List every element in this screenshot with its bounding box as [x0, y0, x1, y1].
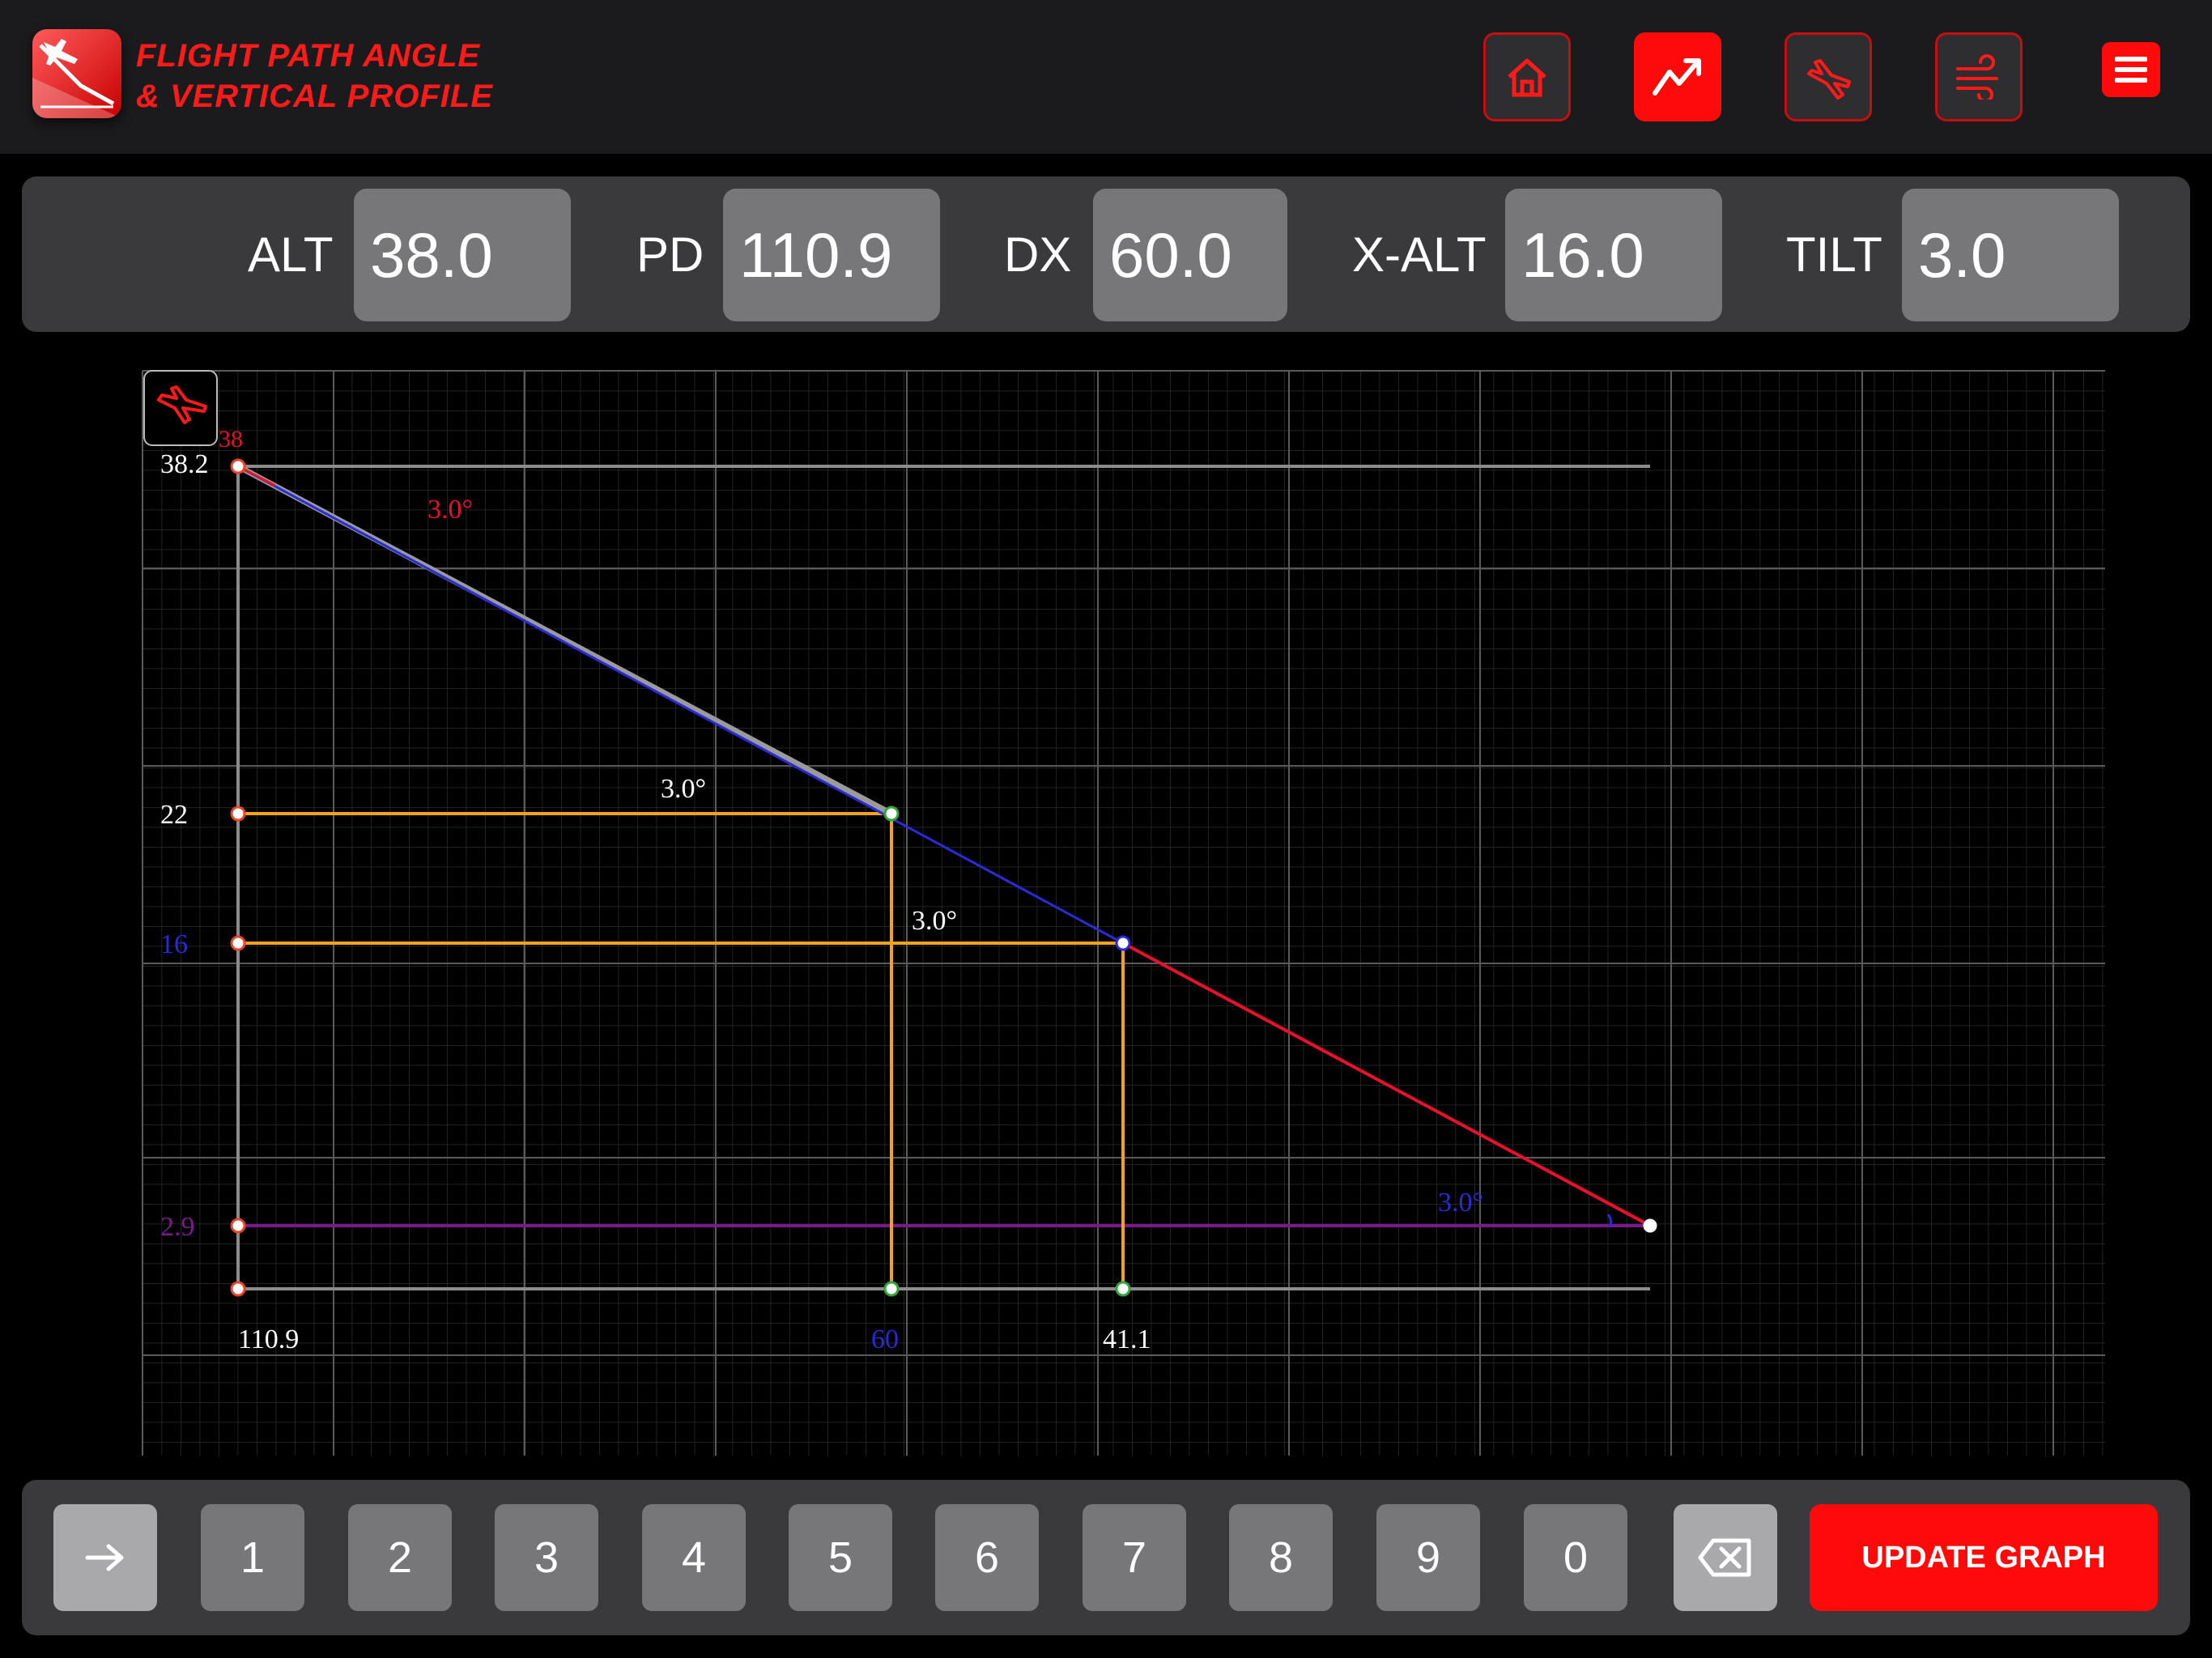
alt-label: ALT — [248, 227, 334, 282]
home-icon — [1508, 58, 1546, 97]
vertical-profile-graph: 38.2 38 22 16 2.9 110.9 60 41.1 3.0° 3.0… — [142, 370, 2105, 1456]
app-header: FLIGHT PATH ANGLE & VERTICAL PROFILE — [0, 0, 2212, 154]
update-graph-button[interactable]: UPDATE GRAPH — [1810, 1504, 2158, 1611]
menu-button[interactable] — [2102, 42, 2160, 97]
point-dx-base — [883, 1281, 900, 1297]
key-3[interactable]: 3 — [495, 1504, 598, 1611]
app-title-line1: FLIGHT PATH ANGLE — [136, 38, 481, 74]
backspace-key[interactable] — [1674, 1504, 1777, 1611]
key-2[interactable]: 2 — [348, 1504, 452, 1611]
point-low-alt — [230, 1218, 246, 1234]
x-alt-input[interactable]: 16.0 — [1505, 189, 1722, 321]
dx-input[interactable]: 60.0 — [1093, 189, 1287, 321]
label-cross-alt: 16 — [160, 929, 188, 959]
nav-graph-button[interactable] — [1634, 32, 1721, 121]
graph-aircraft-badge — [143, 370, 218, 446]
point-cross-base — [1115, 1281, 1131, 1297]
key-8[interactable]: 8 — [1229, 1504, 1333, 1611]
wind-icon — [1956, 54, 1998, 100]
dx-label: DX — [1004, 227, 1072, 282]
label-angle-top: 3.0° — [428, 495, 473, 525]
point-end — [1643, 1218, 1657, 1233]
point-origin — [230, 1281, 246, 1297]
label-top-alt-small: 38 — [219, 426, 243, 453]
point-dx — [883, 806, 900, 822]
label-mid-alt: 22 — [160, 800, 188, 830]
label-dx-dist: 60 — [871, 1324, 899, 1354]
label-angle-mid: 3.0° — [661, 774, 706, 804]
nav-aircraft-button[interactable] — [1784, 32, 1872, 121]
label-cross-dist: 41.1 — [1103, 1324, 1151, 1354]
label-top-alt: 38.2 — [160, 449, 209, 479]
alt-input[interactable]: 38.0 — [354, 189, 571, 321]
point-mid-alt — [230, 806, 246, 822]
tab-key[interactable] — [53, 1504, 157, 1611]
key-1[interactable]: 1 — [201, 1504, 304, 1611]
label-angle-end: 3.0° — [1438, 1188, 1483, 1218]
pd-label: PD — [636, 227, 704, 282]
trend-up-icon — [1653, 58, 1701, 96]
arrow-right-icon — [85, 1544, 124, 1571]
tilt-input[interactable]: 3.0 — [1902, 189, 2119, 321]
key-7[interactable]: 7 — [1083, 1504, 1186, 1611]
aircraft-icon — [1807, 59, 1851, 100]
app-title-line2: & VERTICAL PROFILE — [136, 79, 494, 114]
point-cross — [1115, 935, 1131, 951]
key-4[interactable]: 4 — [642, 1504, 746, 1611]
hamburger-menu-icon — [2115, 57, 2147, 83]
key-9[interactable]: 9 — [1376, 1504, 1480, 1611]
key-5[interactable]: 5 — [789, 1504, 892, 1611]
point-top-alt — [230, 458, 246, 474]
x-alt-label: X-ALT — [1352, 227, 1487, 282]
label-pd-dist: 110.9 — [238, 1324, 299, 1354]
label-low-alt: 2.9 — [160, 1212, 195, 1242]
tilt-label: TILT — [1786, 227, 1882, 282]
key-6[interactable]: 6 — [935, 1504, 1039, 1611]
app-title: FLIGHT PATH ANGLE & VERTICAL PROFILE — [136, 36, 493, 117]
pd-input[interactable]: 110.9 — [723, 189, 940, 321]
backspace-icon — [1698, 1538, 1751, 1577]
label-angle-cross: 3.0° — [912, 906, 957, 936]
point-cross-alt — [230, 935, 246, 951]
nav-home-button[interactable] — [1483, 32, 1571, 121]
app-logo — [32, 29, 121, 118]
key-0[interactable]: 0 — [1524, 1504, 1627, 1611]
nav-wind-button[interactable] — [1935, 32, 2023, 121]
